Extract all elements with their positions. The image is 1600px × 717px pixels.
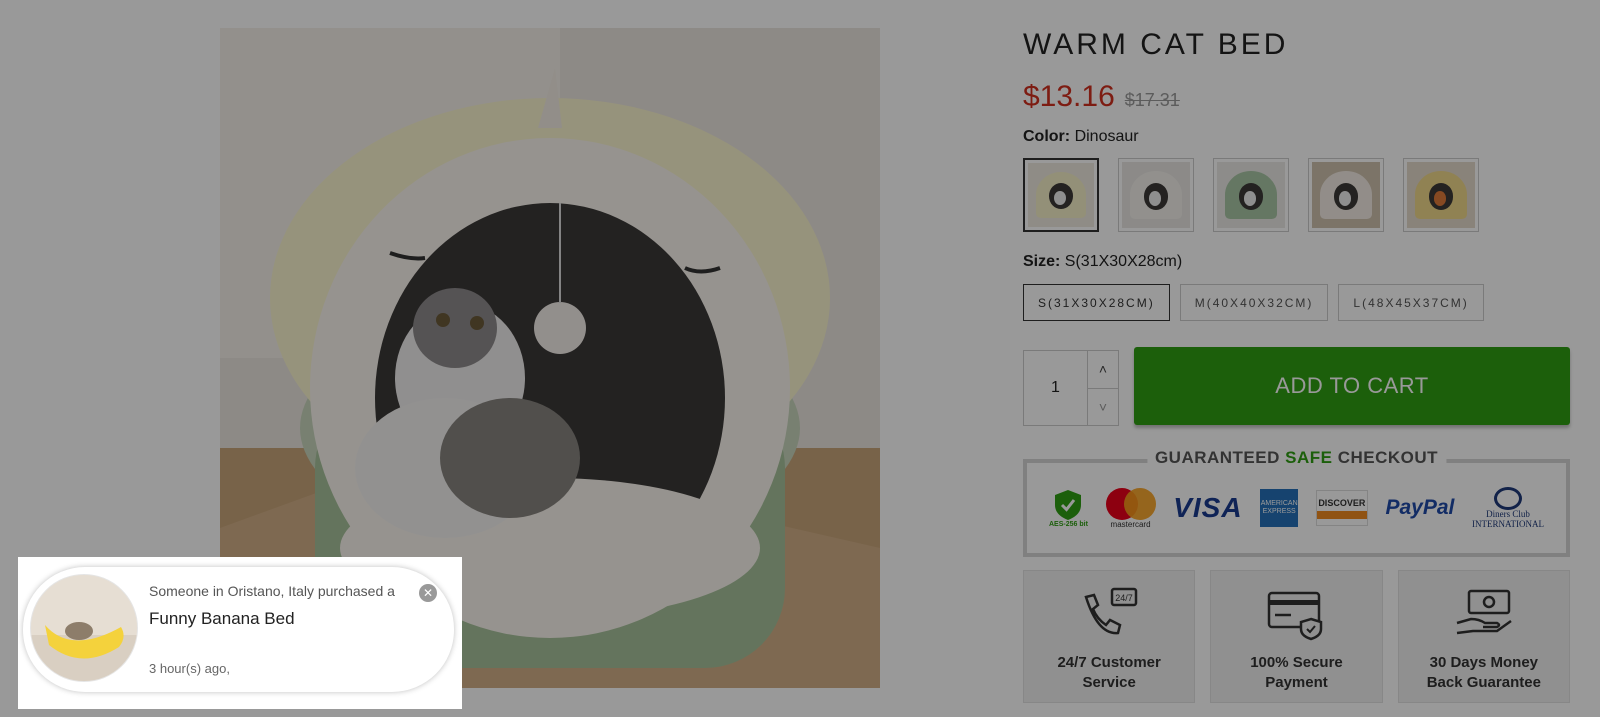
popup-message: Someone in Oristano, Italy purchased a <box>149 583 395 599</box>
popup-time: 3 hour(s) ago, <box>149 661 230 676</box>
popup-product-image[interactable] <box>30 574 138 682</box>
close-icon[interactable]: ✕ <box>419 584 437 602</box>
sales-notification[interactable]: Someone in Oristano, Italy purchased a F… <box>23 567 454 692</box>
popup-product-name[interactable]: Funny Banana Bed <box>149 609 419 629</box>
popup-text: Someone in Oristano, Italy purchased a F… <box>149 583 419 676</box>
sales-notification-frame: Someone in Oristano, Italy purchased a F… <box>18 557 462 709</box>
